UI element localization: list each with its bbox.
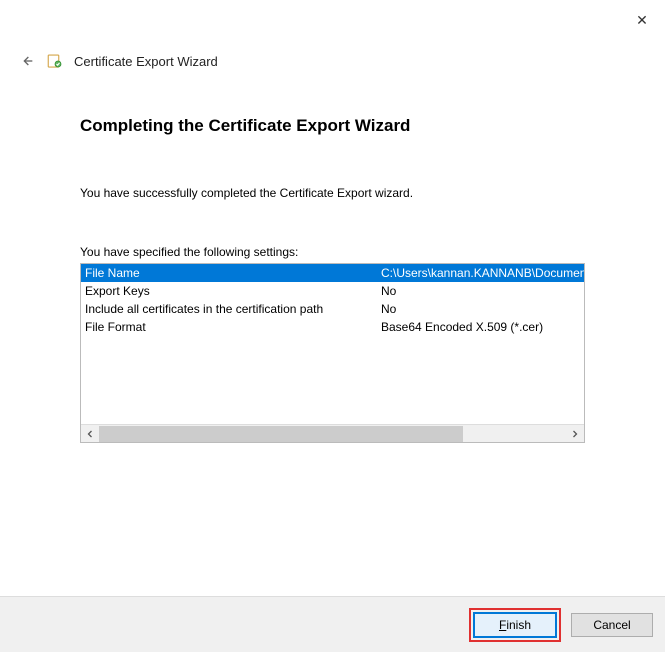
close-button[interactable]: ✕ xyxy=(627,8,657,32)
settings-value: No xyxy=(381,282,584,300)
settings-name: Include all certificates in the certific… xyxy=(81,300,381,318)
chevron-right-icon xyxy=(571,430,579,438)
certificate-icon xyxy=(46,52,64,70)
settings-label: You have specified the following setting… xyxy=(80,245,585,259)
finish-highlight: Finish xyxy=(469,608,561,642)
cancel-label: Cancel xyxy=(593,618,630,632)
arrow-left-icon xyxy=(19,53,35,69)
page-title: Completing the Certificate Export Wizard xyxy=(80,116,585,136)
finish-button[interactable]: Finish xyxy=(474,613,556,637)
success-message: You have successfully completed the Cert… xyxy=(80,186,585,200)
button-bar: Finish Cancel xyxy=(0,596,665,652)
scroll-track[interactable] xyxy=(99,425,566,442)
wizard-title: Certificate Export Wizard xyxy=(74,54,218,69)
close-icon: ✕ xyxy=(636,12,648,29)
settings-name: Export Keys xyxy=(81,282,381,300)
scroll-right-arrow[interactable] xyxy=(566,425,584,443)
settings-value: No xyxy=(381,300,584,318)
scroll-thumb[interactable] xyxy=(99,426,463,442)
cancel-button[interactable]: Cancel xyxy=(571,613,653,637)
back-button[interactable] xyxy=(18,52,36,70)
table-row[interactable]: Export Keys No xyxy=(81,282,584,300)
chevron-left-icon xyxy=(86,430,94,438)
scroll-left-arrow[interactable] xyxy=(81,425,99,443)
settings-table: File Name C:\Users\kannan.KANNANB\Docume… xyxy=(80,263,585,443)
table-row[interactable]: Include all certificates in the certific… xyxy=(81,300,584,318)
table-row[interactable]: File Name C:\Users\kannan.KANNANB\Docume… xyxy=(81,264,584,282)
settings-name: File Name xyxy=(81,264,381,282)
table-row[interactable]: File Format Base64 Encoded X.509 (*.cer) xyxy=(81,318,584,336)
settings-value: Base64 Encoded X.509 (*.cer) xyxy=(381,318,584,336)
horizontal-scrollbar[interactable] xyxy=(81,424,584,442)
settings-value: C:\Users\kannan.KANNANB\Document xyxy=(381,264,584,282)
finish-label: Finish xyxy=(499,618,531,632)
settings-name: File Format xyxy=(81,318,381,336)
